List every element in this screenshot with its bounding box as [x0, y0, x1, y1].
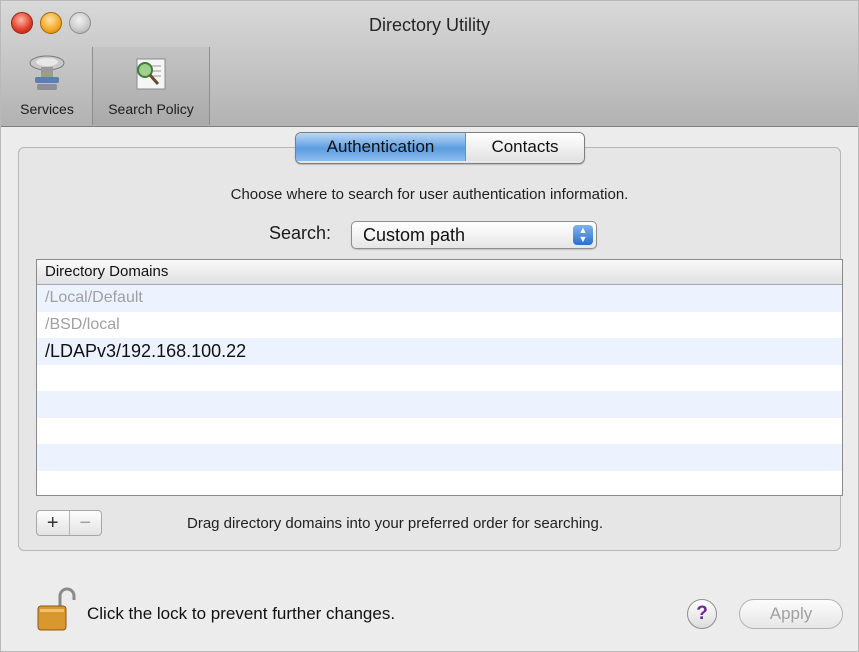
drag-hint-text: Drag directory domains into your preferr…	[187, 515, 604, 532]
instruction-text: Choose where to search for user authenti…	[230, 186, 629, 203]
title-bar: Directory Utility Services Search Policy	[1, 1, 858, 127]
empty-row	[37, 471, 842, 496]
toolbar-search-policy-button[interactable]: Search Policy	[92, 47, 210, 125]
table-header-directory-domains[interactable]: Directory Domains	[37, 260, 842, 285]
tab-control: Authentication Contacts	[295, 132, 585, 164]
directory-domains-table[interactable]: Directory Domains /Local/Default /BSD/lo…	[36, 259, 843, 496]
toolbar-services-label: Services	[20, 101, 74, 117]
toolbar-services-button[interactable]: Services	[4, 47, 90, 125]
add-domain-button[interactable]: +	[37, 511, 69, 535]
table-row[interactable]: /LDAPv3/192.168.100.22	[37, 338, 842, 365]
updown-arrows-icon: ▲ ▼	[573, 225, 593, 245]
search-policy-icon	[136, 58, 166, 90]
unlocked-lock-icon[interactable]	[36, 586, 76, 634]
remove-domain-button[interactable]: −	[68, 511, 102, 535]
empty-row	[37, 418, 842, 445]
directory-utility-window: Directory Utility Services Search Policy	[0, 0, 859, 652]
search-label: Search:	[269, 223, 332, 243]
services-icon	[29, 55, 65, 90]
help-button[interactable]: ?	[687, 599, 717, 629]
toolbar-search-policy-label: Search Policy	[108, 101, 194, 117]
search-popup[interactable]: Custom path ▲ ▼	[351, 221, 597, 249]
window-title: Directory Utility	[368, 15, 490, 35]
table-rows: /Local/Default /BSD/local /LDAPv3/192.16…	[37, 285, 842, 496]
empty-row	[37, 365, 842, 392]
table-row[interactable]: /BSD/local	[37, 312, 842, 339]
tab-authentication[interactable]: Authentication	[296, 133, 466, 161]
lock-status-text: Click the lock to prevent further change…	[87, 604, 396, 623]
empty-row	[37, 444, 842, 471]
apply-button[interactable]: Apply	[739, 599, 843, 629]
search-popup-value: Custom path	[363, 225, 466, 245]
table-row[interactable]: /Local/Default	[37, 285, 842, 312]
tab-contacts[interactable]: Contacts	[466, 133, 584, 161]
empty-row	[37, 391, 842, 418]
add-remove-control: + −	[36, 510, 102, 536]
